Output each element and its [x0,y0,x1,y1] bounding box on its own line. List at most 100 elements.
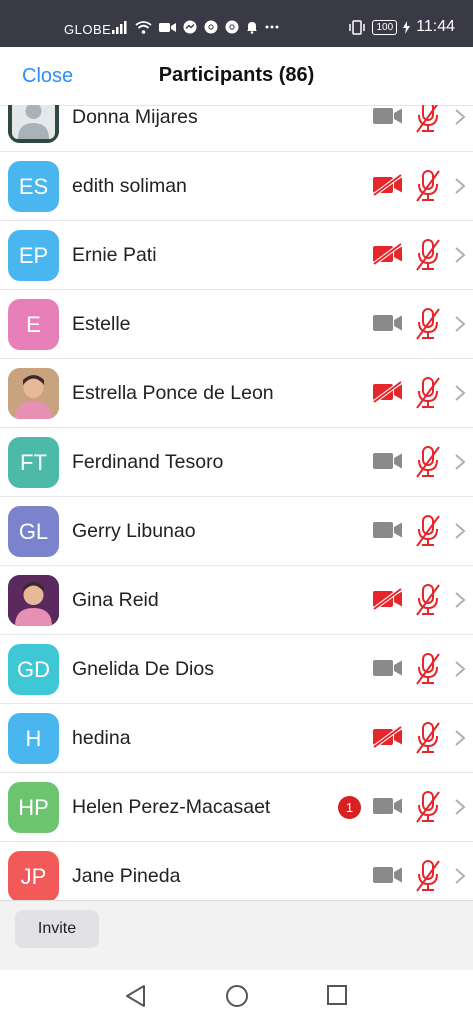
camera-icon [373,315,402,331]
participant-row[interactable]: JP Jane Pineda [0,842,473,900]
participant-row[interactable]: GL Gerry Libunao [0,497,473,566]
header: Close Participants (86) [0,47,473,106]
clock: 11:44 [416,18,455,35]
participant-name: hedina [72,727,131,749]
mic-muted-icon[interactable] [414,721,442,755]
avatar: ES [8,161,59,212]
avatar: E [8,299,59,350]
wifi-icon [135,20,152,34]
participants-list[interactable]: Donna Mijares ES edith soliman EP Ernie Pati… [0,105,473,900]
mic-muted-icon[interactable] [414,307,442,341]
camera-off-icon [372,174,403,196]
participant-row[interactable]: Estrella Ponce de Leon [0,359,473,428]
mic-muted-icon[interactable] [414,790,442,824]
avatar: FT [8,437,59,488]
camera-off-icon [372,243,403,265]
profile-photo [8,575,59,626]
mic-muted-icon[interactable] [414,652,442,686]
participant-row[interactable]: E Estelle [0,290,473,359]
mic-muted-icon[interactable] [414,105,442,134]
chevron-right-icon[interactable] [454,867,466,885]
invite-button[interactable]: Invite [15,910,99,948]
mic-muted-icon[interactable] [414,238,442,272]
participant-row[interactable]: FT Ferdinand Tesoro [0,428,473,497]
signal-icon [112,20,127,34]
camera-icon [373,798,402,814]
participant-row[interactable]: EP Ernie Pati [0,221,473,290]
participant-name: Ernie Pati [72,244,157,266]
navigation-bar [0,970,473,1024]
avatar: GD [8,644,59,695]
home-icon[interactable] [225,984,249,1008]
participant-name: Gnelida De Dios [72,658,214,680]
participant-name: Gerry Libunao [72,520,196,542]
participant-name: Jane Pineda [72,865,181,887]
participant-name: Ferdinand Tesoro [72,451,224,473]
recents-icon[interactable] [326,984,348,1006]
avatar [8,368,59,419]
mic-muted-icon[interactable] [414,376,442,410]
charging-icon [403,20,411,34]
video-icon [159,22,176,32]
chevron-right-icon[interactable] [454,384,466,402]
chevron-right-icon[interactable] [454,729,466,747]
participant-row[interactable]: Gina Reid [0,566,473,635]
mic-muted-icon[interactable] [414,514,442,548]
camera-icon [373,453,402,469]
chevron-right-icon[interactable] [454,798,466,816]
mic-muted-icon[interactable] [414,859,442,893]
avatar: H [8,713,59,764]
mic-muted-icon[interactable] [414,445,442,479]
participant-row[interactable]: ES edith soliman [0,152,473,221]
avatar: GL [8,506,59,557]
participant-row[interactable]: Hhedina [0,704,473,773]
camera-icon [373,108,402,124]
participant-name: Helen Perez-Macasaet [72,796,271,818]
participant-name: edith soliman [72,175,187,197]
messenger-icon [183,20,197,34]
camera-off-icon [372,588,403,610]
vibrate-icon [349,19,366,35]
avatar: JP [8,851,59,900]
chevron-right-icon[interactable] [454,315,466,333]
avatar: EP [8,230,59,281]
avatar [8,575,59,626]
chevron-right-icon[interactable] [454,591,466,609]
participant-name: Estelle [72,313,131,335]
chevron-right-icon[interactable] [454,108,466,126]
status-right: 100 11:44 [348,18,455,36]
page-title: Participants (86) [158,64,315,86]
participant-name: Gina Reid [72,589,159,611]
camera-icon [373,867,402,883]
status-icons [112,20,279,34]
carrier-name: GLOBE [64,22,112,37]
default-avatar-icon [8,105,59,143]
chevron-right-icon[interactable] [454,453,466,471]
bottom-bar: Invite [0,900,473,970]
chat-badge: 1 [338,796,361,819]
back-icon[interactable] [124,984,146,1008]
camera-off-icon [372,381,403,403]
participant-row[interactable]: HP Helen Perez-Macasaet 1 [0,773,473,842]
chevron-right-icon[interactable] [454,246,466,264]
chrome-icon [204,20,218,34]
mic-muted-icon[interactable] [414,583,442,617]
profile-photo [8,368,59,419]
chrome-icon [225,20,239,34]
avatar [8,105,59,143]
participant-name: Donna Mijares [72,106,198,128]
camera-off-icon [372,726,403,748]
chevron-right-icon[interactable] [454,177,466,195]
notification-icon [247,22,257,34]
chevron-right-icon[interactable] [454,660,466,678]
mic-muted-icon[interactable] [414,169,442,203]
participant-row[interactable]: GD Gnelida De Dios [0,635,473,704]
participant-name: Estrella Ponce de Leon [72,382,274,404]
battery-icon: 100 [372,19,398,35]
more-icon [265,25,279,29]
chevron-right-icon[interactable] [454,522,466,540]
camera-icon [373,660,402,676]
camera-icon [373,522,402,538]
participant-row[interactable]: Donna Mijares [0,105,473,152]
avatar: HP [8,782,59,833]
